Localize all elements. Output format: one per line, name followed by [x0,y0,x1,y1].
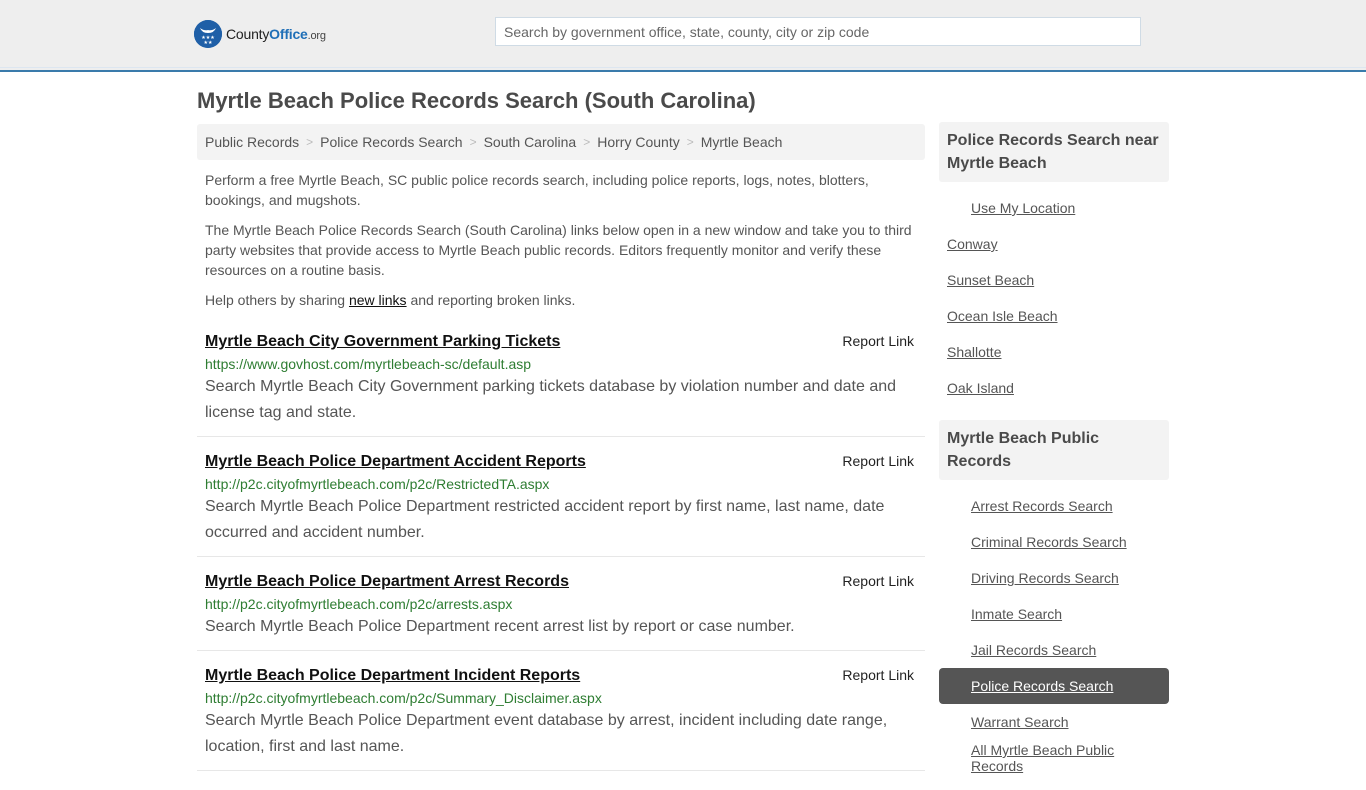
nearby-link-ocean-isle-beach[interactable]: Ocean Isle Beach [947,308,1058,324]
nearby-item: Ocean Isle Beach [939,298,1169,334]
site-header: ★★★ ★★ CountyOffice.org [0,0,1366,72]
nearby-link-sunset-beach[interactable]: Sunset Beach [947,272,1034,288]
public-records-item: Jail Records Search [939,632,1169,668]
breadcrumb-horry-county[interactable]: Horry County [597,134,679,150]
eagle-stars-badge-icon: ★★★ ★★ [194,20,222,48]
nearby-link-oak-island[interactable]: Oak Island [947,380,1014,396]
result-description: Search Myrtle Beach City Government park… [205,378,897,421]
svg-text:★★: ★★ [204,40,213,46]
page-title: Myrtle Beach Police Records Search (Sout… [197,88,756,113]
new-links-link[interactable]: new links [349,292,407,308]
nearby-heading: Police Records Search near Myrtle Beach [939,122,1169,182]
nearby-item: Oak Island [939,370,1169,406]
result-description: Search Myrtle Beach Police Department re… [205,498,885,541]
result-title-link[interactable]: Myrtle Beach Police Department Accident … [205,451,586,473]
breadcrumb-public-records[interactable]: Public Records [205,134,299,150]
public-records-item: Warrant Search [939,704,1169,740]
public-records-item-active: Police Records Search [939,668,1169,704]
site-search-input[interactable] [495,17,1141,46]
nearby-item: Conway [939,226,1169,262]
result-url[interactable]: http://p2c.cityofmyrtlebeach.com/p2c/Res… [205,474,917,494]
public-records-item: Driving Records Search [939,560,1169,596]
result-description: Search Myrtle Beach Police Department re… [205,618,795,635]
breadcrumb-separator: > [306,135,314,149]
public-records-heading: Myrtle Beach Public Records [939,420,1169,480]
breadcrumb-separator: > [469,135,477,149]
result-description: Search Myrtle Beach Police Department ev… [205,712,888,755]
result-item: Myrtle Beach Police Department Incident … [197,661,925,771]
driving-records-search-link[interactable]: Driving Records Search [971,570,1119,586]
intro-text: Perform a free Myrtle Beach, SC public p… [205,170,920,320]
nearby-link-shallotte[interactable]: Shallotte [947,344,1001,360]
public-records-item: All Myrtle Beach Public Records [939,740,1169,776]
result-item: Myrtle Beach Police Department Accident … [197,447,925,557]
breadcrumb-separator: > [583,135,591,149]
intro-paragraph: The Myrtle Beach Police Records Search (… [205,222,912,278]
warrant-search-link[interactable]: Warrant Search [971,714,1069,730]
nearby-item: Shallotte [939,334,1169,370]
result-url[interactable]: http://p2c.cityofmyrtlebeach.com/p2c/arr… [205,594,917,614]
sidebar: Police Records Search near Myrtle Beach … [939,122,1169,790]
result-title-link[interactable]: Myrtle Beach Police Department Incident … [205,665,580,687]
site-logo[interactable]: ★★★ ★★ CountyOffice.org [194,20,326,48]
jail-records-search-link[interactable]: Jail Records Search [971,642,1096,658]
public-records-item: Arrest Records Search [939,488,1169,524]
public-records-item: Inmate Search [939,596,1169,632]
result-title-link[interactable]: Myrtle Beach City Government Parking Tic… [205,331,560,353]
nearby-item: Sunset Beach [939,262,1169,298]
report-link-button[interactable]: Report Link [842,453,914,469]
breadcrumb-police-records-search[interactable]: Police Records Search [320,134,462,150]
report-link-button[interactable]: Report Link [842,573,914,589]
intro-paragraph: Help others by sharing new links and rep… [205,292,576,308]
report-link-button[interactable]: Report Link [842,667,914,683]
public-records-item: Criminal Records Search [939,524,1169,560]
breadcrumb: Public Records > Police Records Search >… [197,124,925,160]
result-url[interactable]: http://p2c.cityofmyrtlebeach.com/p2c/Sum… [205,688,917,708]
report-link-button[interactable]: Report Link [842,333,914,349]
result-title-link[interactable]: Myrtle Beach Police Department Arrest Re… [205,571,569,593]
breadcrumb-current: Myrtle Beach [700,134,783,150]
results-list: Myrtle Beach City Government Parking Tic… [197,327,925,781]
breadcrumb-south-carolina[interactable]: South Carolina [484,134,577,150]
logo-wordmark: CountyOffice.org [226,26,326,42]
breadcrumb-separator: > [686,135,694,149]
police-records-search-link[interactable]: Police Records Search [971,678,1113,694]
nearby-link-conway[interactable]: Conway [947,236,998,252]
inmate-search-link[interactable]: Inmate Search [971,606,1062,622]
result-url[interactable]: https://www.govhost.com/myrtlebeach-sc/d… [205,354,917,374]
arrest-records-search-link[interactable]: Arrest Records Search [971,498,1113,514]
use-my-location-link[interactable]: Use My Location [971,200,1075,216]
use-location-item: Use My Location [939,190,1169,226]
result-item: Myrtle Beach City Government Parking Tic… [197,327,925,437]
intro-paragraph: Perform a free Myrtle Beach, SC public p… [205,172,869,208]
criminal-records-search-link[interactable]: Criminal Records Search [971,534,1127,550]
nearby-list: Use My Location Conway Sunset Beach Ocea… [939,190,1169,406]
result-item: Myrtle Beach Police Department Arrest Re… [197,567,925,651]
all-public-records-link[interactable]: All Myrtle Beach Public Records [971,742,1169,774]
public-records-list: Arrest Records Search Criminal Records S… [939,488,1169,776]
